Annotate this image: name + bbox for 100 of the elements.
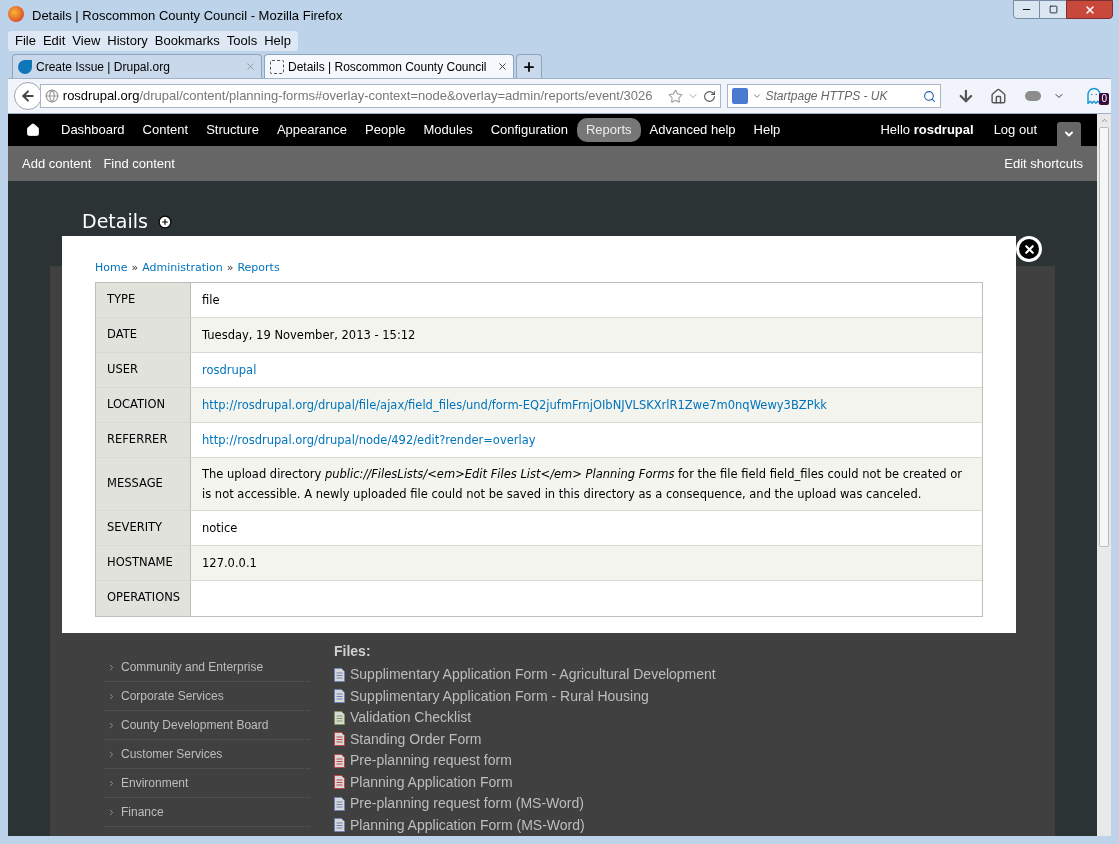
search-input[interactable]: Startpage HTTPS - UK xyxy=(765,87,919,105)
address-field[interactable]: rosdrupal.org/drupal/content/planning-forms#overlay-context=node&overlay=admin/reports/event/3026 xyxy=(39,84,721,108)
toolbar-link[interactable]: Help xyxy=(744,118,790,142)
breadcrumb-separator: » xyxy=(226,260,234,276)
home-icon[interactable] xyxy=(26,123,40,137)
menu-item[interactable]: View xyxy=(69,31,104,51)
toolbar-link[interactable]: Advanced help xyxy=(640,118,745,142)
toolbar-link[interactable]: Modules xyxy=(414,118,482,142)
file-icon xyxy=(334,710,345,725)
breadcrumb-link[interactable]: Administration xyxy=(142,260,223,277)
file-icon xyxy=(334,667,345,682)
edit-shortcuts-link[interactable]: Edit shortcuts xyxy=(1004,153,1083,174)
breadcrumb-separator: » xyxy=(131,260,139,276)
sidebar-link[interactable]: County Development Board xyxy=(121,716,269,734)
table-cell-text: Tuesday, 19 November, 2013 - 15:12 xyxy=(202,326,416,344)
star-icon[interactable] xyxy=(667,88,683,104)
search-icon[interactable] xyxy=(922,89,936,103)
toolbar-link[interactable]: People xyxy=(356,118,415,142)
table-header: REFERRER xyxy=(107,430,168,448)
table-cell-text: 127.0.0.1 xyxy=(202,554,257,572)
shortcuts-toggle[interactable] xyxy=(1057,122,1081,146)
toolbar-link[interactable]: Configuration xyxy=(481,118,577,142)
toolbar-link[interactable]: Reports xyxy=(577,118,641,142)
page-title: Details xyxy=(82,209,148,234)
chevron-right-icon xyxy=(107,691,116,701)
table-header: MESSAGE xyxy=(107,474,163,492)
file-icon xyxy=(334,753,345,768)
sidebar-link[interactable]: Customer Services xyxy=(121,745,223,763)
table-cell-text: notice xyxy=(202,519,238,537)
file-link[interactable]: Planning Application Form (MS-Word) xyxy=(350,814,585,836)
browser-tab[interactable]: Details | Roscommon County Council xyxy=(264,54,514,78)
file-link[interactable]: Pre-planning request form xyxy=(350,750,512,772)
sidebar-link[interactable]: Finance xyxy=(121,803,164,821)
table-header: TYPE xyxy=(107,290,136,308)
shortcut-link[interactable]: Add content xyxy=(22,153,92,174)
firefox-logo-icon xyxy=(8,6,24,22)
file-link[interactable]: Supplimentary Application Form - Agricultural Development xyxy=(350,664,716,686)
file-link[interactable]: Supplimentary Application Form - Rural Housing xyxy=(350,685,649,707)
toolbar-link[interactable]: Structure xyxy=(197,118,268,142)
drop-logo-icon xyxy=(18,59,32,74)
file-icon xyxy=(334,732,345,747)
globe-icon xyxy=(44,89,59,103)
file-link[interactable]: Standing Order Form xyxy=(350,728,482,750)
close-tab-icon[interactable] xyxy=(497,61,508,72)
table-header: HOSTNAME xyxy=(107,553,173,571)
notification-badge: 0 xyxy=(1099,93,1109,105)
file-link[interactable]: Pre-planning request form (MS-Word) xyxy=(350,793,584,815)
close-icon xyxy=(1022,242,1036,256)
breadcrumb-link[interactable]: Reports xyxy=(237,260,280,277)
table-header: SEVERITY xyxy=(107,518,163,536)
maximize-button[interactable] xyxy=(1040,0,1066,19)
table-cell-text: The upload directory public://FilesLists/<em>Edit Files List</em> Planning Forms for the file field field_files could not be created or is not accessible. A newly uploaded file could not be saved in this directory as a consequence, and the upload was canceled. xyxy=(202,465,963,503)
user-greeting: Hello rosdrupal xyxy=(880,121,974,140)
chevron-right-icon xyxy=(107,662,116,672)
menu-item[interactable]: Bookmarks xyxy=(151,31,223,51)
close-icon xyxy=(1083,3,1096,16)
close-button[interactable] xyxy=(1016,236,1042,262)
new-tab-button[interactable] xyxy=(516,54,542,78)
file-link[interactable]: Planning Application Form xyxy=(350,771,513,793)
logout-link[interactable]: Log out xyxy=(993,120,1037,140)
scrollbar-thumb[interactable] xyxy=(1099,127,1109,547)
back-button[interactable] xyxy=(14,82,42,110)
home-icon[interactable] xyxy=(990,87,1008,105)
table-link[interactable]: rosdrupal xyxy=(202,359,257,380)
menu-item[interactable]: File xyxy=(12,31,39,51)
file-icon xyxy=(334,818,345,833)
toolbar-link[interactable]: Content xyxy=(133,118,198,142)
sidebar-link[interactable]: Community and Enterprise xyxy=(121,658,264,676)
reload-icon[interactable] xyxy=(702,89,716,103)
toolbar-link[interactable]: Appearance xyxy=(267,118,357,142)
toolbar-link[interactable]: Dashboard xyxy=(52,118,134,142)
table-header: LOCATION xyxy=(107,395,166,413)
file-link[interactable]: Validation Checklist xyxy=(350,707,472,729)
menu-item[interactable]: Help xyxy=(261,31,294,51)
window-title: Details | Roscommon County Council - Mozilla Firefox xyxy=(32,7,343,25)
loading-tab-icon xyxy=(270,59,284,74)
chevron-right-icon xyxy=(107,807,116,817)
minimize-button[interactable] xyxy=(1013,0,1040,19)
menu-item[interactable]: Tools xyxy=(223,31,261,51)
file-icon xyxy=(334,796,345,811)
menu-item[interactable]: History xyxy=(104,31,151,51)
engine-dropdown-icon[interactable] xyxy=(751,91,762,101)
file-icon xyxy=(334,775,345,790)
sidebar-link[interactable]: Environment xyxy=(121,774,189,792)
sidebar-link[interactable]: Corporate Services xyxy=(121,687,224,705)
plus-icon xyxy=(522,59,536,74)
menu-item[interactable]: Edit xyxy=(39,31,69,51)
shortcut-link[interactable]: Find content xyxy=(103,153,175,174)
add-shortcut-icon[interactable] xyxy=(157,215,172,229)
chevron-right-icon xyxy=(107,749,116,759)
browser-tab[interactable]: Create Issue | Drupal.org xyxy=(12,54,262,78)
chevron-right-icon xyxy=(107,720,116,730)
table-link[interactable]: http://rosdrupal.org/drupal/node/492/edit?render=overlay xyxy=(202,429,536,450)
chevron-right-icon xyxy=(107,778,116,788)
table-header: USER xyxy=(107,360,138,378)
search-engine-icon[interactable] xyxy=(731,88,748,104)
files-heading: Files: xyxy=(334,642,372,661)
ghost-icon[interactable] xyxy=(1085,87,1103,105)
search-field[interactable]: Startpage HTTPS - UK xyxy=(726,84,941,108)
breadcrumb-link[interactable]: Home xyxy=(95,260,128,277)
